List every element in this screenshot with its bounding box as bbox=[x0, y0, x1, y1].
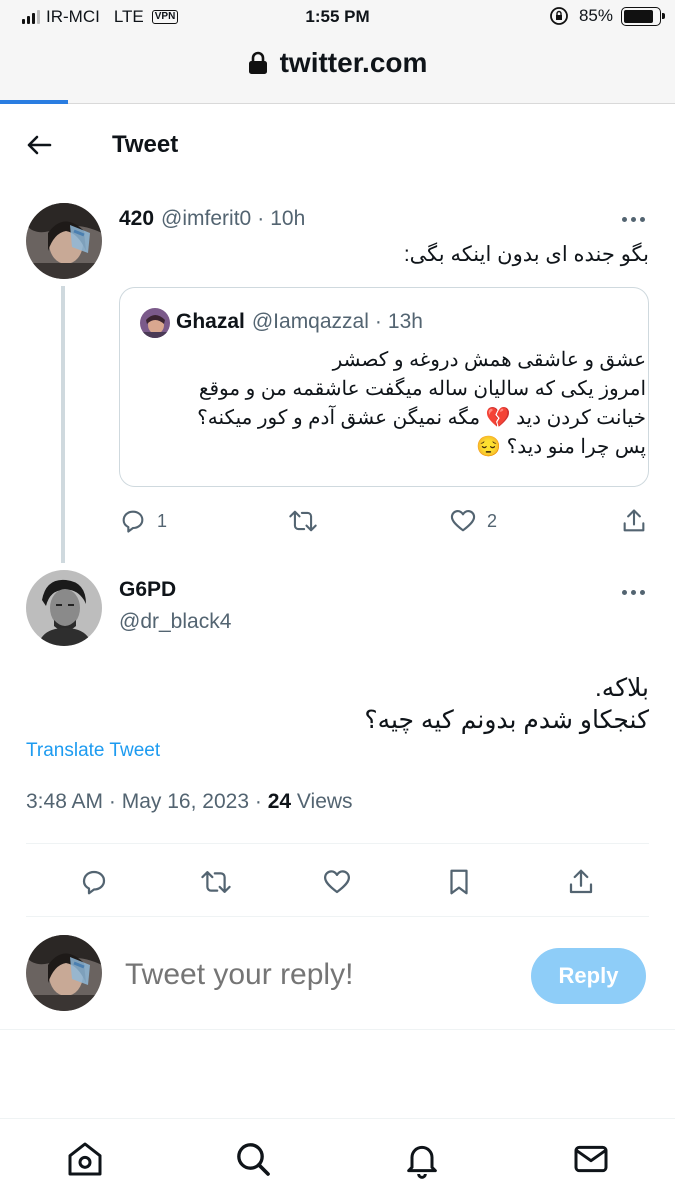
tweet-author-line: 420 @imferit0 · 10h bbox=[119, 207, 305, 231]
bookmark-icon bbox=[444, 867, 474, 897]
more-options-button[interactable] bbox=[622, 214, 650, 224]
translate-tweet-link[interactable]: Translate Tweet bbox=[26, 740, 160, 762]
share-action[interactable] bbox=[620, 507, 648, 535]
mail-icon bbox=[571, 1139, 611, 1179]
main-share-action[interactable] bbox=[566, 867, 596, 897]
url-domain: twitter.com bbox=[279, 47, 428, 78]
tweet-age[interactable]: 10h bbox=[270, 207, 305, 231]
nav-messages[interactable] bbox=[571, 1139, 611, 1179]
battery-percent: 85% bbox=[578, 6, 613, 25]
separator: · bbox=[108, 790, 116, 813]
share-icon bbox=[566, 867, 596, 897]
reply-action[interactable]: 1 bbox=[119, 507, 167, 535]
reply-icon bbox=[79, 867, 109, 897]
orientation-lock-icon bbox=[549, 6, 569, 26]
separator: · bbox=[257, 207, 265, 230]
address-bar[interactable]: twitter.com bbox=[0, 34, 675, 104]
heart-icon bbox=[449, 507, 477, 535]
main-author-name[interactable]: G6PD bbox=[119, 578, 176, 602]
nav-notifications[interactable] bbox=[402, 1139, 442, 1179]
retweet-icon bbox=[288, 507, 318, 535]
avatar-ghazal bbox=[140, 308, 170, 338]
tweet-date[interactable]: May 16, 2023 bbox=[122, 790, 249, 813]
battery-icon bbox=[621, 6, 665, 26]
tweet-text: بگو جنده ای بدون اینکه بگی: bbox=[403, 243, 649, 266]
retweet-action[interactable] bbox=[288, 507, 318, 535]
main-like-action[interactable] bbox=[322, 867, 352, 897]
avatar-420[interactable] bbox=[26, 203, 102, 279]
nav-search[interactable] bbox=[233, 1139, 273, 1179]
more-options-button[interactable] bbox=[622, 587, 650, 597]
quote-line: امروز یکی که سالیان ساله میگفت عاشقمه من… bbox=[198, 378, 646, 400]
bell-icon bbox=[402, 1139, 442, 1179]
page-header: Tweet bbox=[0, 105, 675, 185]
nav-home[interactable] bbox=[65, 1139, 105, 1179]
divider bbox=[0, 1029, 675, 1030]
main-author-handle[interactable]: @dr_black4 bbox=[119, 610, 231, 634]
main-reply-action[interactable] bbox=[79, 867, 109, 897]
main-tweet-line: بلاکه. bbox=[594, 674, 649, 702]
reply-icon bbox=[119, 507, 147, 535]
battery-level bbox=[624, 9, 653, 23]
main-author-name-line: G6PD bbox=[119, 578, 176, 602]
divider bbox=[26, 843, 649, 844]
status-right: 85% bbox=[549, 6, 665, 26]
views-count: 24 bbox=[267, 790, 292, 813]
page-title: Tweet bbox=[112, 131, 179, 158]
heart-icon bbox=[322, 867, 352, 897]
tweet-metadata: 3:48 AM · May 16, 2023 · 24 Views bbox=[26, 790, 353, 814]
quote-age: 13h bbox=[387, 310, 423, 333]
status-bar: IR-MCI LTE VPN 1:55 PM 85% bbox=[0, 0, 675, 34]
share-icon bbox=[620, 507, 648, 535]
avatar-g6pd[interactable] bbox=[26, 570, 102, 646]
like-count: 2 bbox=[487, 510, 498, 531]
quoted-tweet[interactable]: Ghazal @Iamqazzal · 13h عشق و عاشقی همش … bbox=[119, 287, 649, 487]
retweet-icon bbox=[200, 867, 232, 897]
divider bbox=[26, 916, 649, 917]
quote-line: خیانت کردن دید 💔 مگه نمیگن عشق آدم و کور… bbox=[197, 407, 646, 429]
main-retweet-action[interactable] bbox=[200, 867, 232, 897]
reply-input[interactable] bbox=[125, 958, 515, 992]
views-label: Views bbox=[296, 790, 353, 813]
quote-text: عشق و عاشقی همش دروغه و کصشر امروز یکی ک… bbox=[136, 346, 646, 462]
home-icon bbox=[65, 1139, 105, 1179]
author-name[interactable]: 420 bbox=[119, 207, 154, 231]
bottom-nav bbox=[0, 1118, 675, 1200]
lock-icon bbox=[248, 51, 268, 75]
reply-button[interactable]: Reply bbox=[531, 948, 646, 1004]
main-tweet-text: بلاکه. کنجکاو شدم بدونم کیه چیه؟ bbox=[26, 672, 649, 736]
page-load-progress bbox=[0, 100, 68, 104]
quote-line: پس چرا منو دید؟ 😔 bbox=[476, 436, 646, 458]
separator: · bbox=[374, 310, 382, 333]
arrow-left-icon bbox=[24, 130, 54, 160]
bookmark-action[interactable] bbox=[444, 867, 474, 897]
quote-author-name: Ghazal bbox=[176, 310, 245, 333]
quote-line: عشق و عاشقی همش دروغه و کصشر bbox=[332, 349, 646, 371]
main-author-handle-line: @dr_black4 bbox=[119, 610, 231, 634]
quote-author-handle: @Iamqazzal bbox=[251, 310, 369, 333]
reply-count: 1 bbox=[157, 510, 168, 531]
avatar-current-user[interactable] bbox=[26, 935, 102, 1011]
tweet-time[interactable]: 3:48 AM bbox=[26, 790, 103, 813]
url-display[interactable]: twitter.com bbox=[0, 47, 675, 79]
like-action[interactable]: 2 bbox=[449, 507, 497, 535]
author-handle[interactable]: @imferit0 bbox=[161, 207, 251, 231]
search-icon bbox=[233, 1139, 273, 1179]
back-button[interactable] bbox=[24, 130, 56, 162]
separator: · bbox=[254, 790, 262, 813]
main-tweet-line: کنجکاو شدم بدونم کیه چیه؟ bbox=[364, 706, 649, 734]
quote-author-line: Ghazal @Iamqazzal · 13h bbox=[176, 310, 423, 334]
thread-connector bbox=[61, 286, 65, 563]
